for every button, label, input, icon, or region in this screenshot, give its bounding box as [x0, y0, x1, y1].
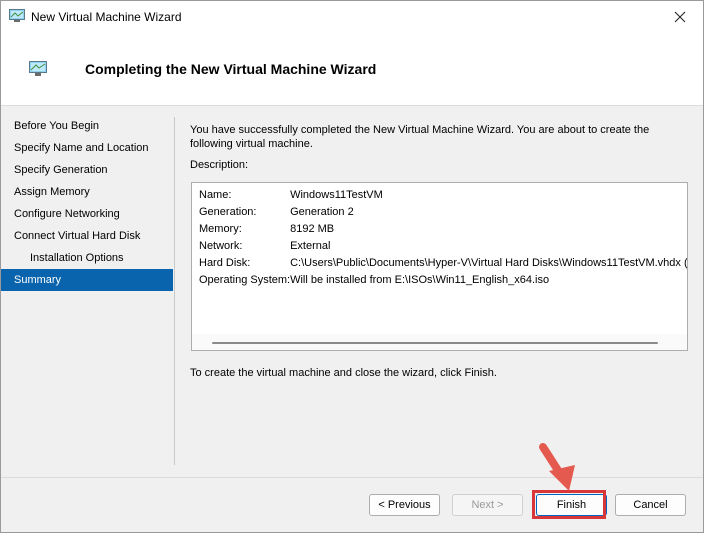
nav-item-before-you-begin[interactable]: Before You Begin [1, 115, 173, 137]
nav-item-specify-generation[interactable]: Specify Generation [1, 159, 173, 181]
description-label: Description: [190, 159, 249, 171]
scrollbar-thumb[interactable] [212, 342, 658, 344]
description-row: Network: External [199, 237, 687, 254]
wizard-header: Completing the New Virtual Machine Wizar… [1, 33, 703, 106]
nav-item-specify-name-location[interactable]: Specify Name and Location [1, 137, 173, 159]
nav-item-assign-memory[interactable]: Assign Memory [1, 181, 173, 203]
footer-separator [1, 477, 703, 478]
description-row: Memory: 8192 MB [199, 220, 687, 237]
nav-item-connect-virtual-hard-disk[interactable]: Connect Virtual Hard Disk [1, 225, 173, 247]
description-table: Name: Windows11TestVM Generation: Genera… [199, 186, 688, 288]
description-key: Generation: [199, 205, 257, 218]
next-button[interactable]: Next > [452, 494, 523, 516]
summary-intro-text: You have successfully completed the New … [190, 124, 650, 150]
description-row: Operating System: Will be installed from… [199, 271, 687, 288]
cancel-button[interactable]: Cancel [615, 494, 686, 516]
description-box[interactable]: Name: Windows11TestVM Generation: Genera… [191, 182, 688, 351]
description-value: C:\Users\Public\Documents\Hyper-V\Virtua… [290, 256, 688, 269]
hyper-v-monitor-icon [29, 61, 47, 77]
previous-button[interactable]: < Previous [369, 494, 440, 516]
description-key: Name: [199, 188, 232, 201]
description-value: Generation 2 [290, 205, 354, 218]
description-key: Hard Disk: [199, 256, 251, 269]
description-row: Hard Disk: C:\Users\Public\Documents\Hyp… [199, 254, 688, 271]
description-value: Windows11TestVM [290, 188, 383, 201]
description-key: Network: [199, 239, 243, 252]
nav-divider [174, 117, 175, 465]
hyper-v-monitor-icon [9, 9, 25, 23]
horizontal-scrollbar[interactable] [192, 334, 687, 350]
arrow-annotation-icon [531, 441, 581, 496]
wizard-steps-nav: Before You Begin Specify Name and Locati… [1, 115, 173, 291]
finish-hint-text: To create the virtual machine and close … [190, 367, 497, 379]
description-key: Memory: [199, 222, 242, 235]
description-value: External [290, 239, 331, 252]
close-icon [674, 11, 686, 23]
description-value: 8192 MB [290, 222, 335, 235]
window-title: New Virtual Machine Wizard [31, 10, 182, 24]
description-value: Will be installed from E:\ISOs\Win11_Eng… [290, 273, 550, 286]
nav-item-configure-networking[interactable]: Configure Networking [1, 203, 173, 225]
close-button[interactable] [657, 1, 703, 33]
wizard-window: New Virtual Machine Wizard Completing th… [0, 0, 704, 533]
nav-item-summary[interactable]: Summary [1, 269, 173, 291]
title-bar: New Virtual Machine Wizard [1, 1, 703, 33]
description-row: Name: Windows11TestVM [199, 186, 687, 203]
description-key: Operating System: [199, 273, 291, 286]
description-row: Generation: Generation 2 [199, 203, 687, 220]
nav-item-installation-options[interactable]: Installation Options [1, 247, 173, 269]
page-title: Completing the New Virtual Machine Wizar… [85, 61, 377, 77]
